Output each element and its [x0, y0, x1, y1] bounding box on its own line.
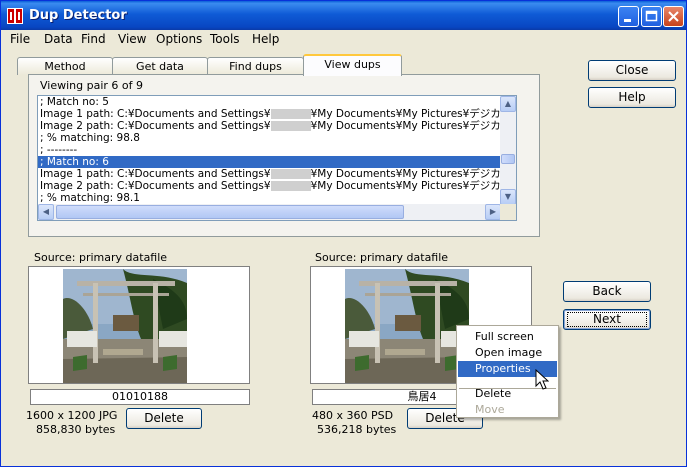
- horizontal-scroll-thumb[interactable]: [56, 205, 404, 219]
- list-item[interactable]: Image 2 path: C:¥Documents and Settings¥…: [38, 180, 501, 192]
- list-item[interactable]: ; Match no: 5: [38, 96, 501, 108]
- scroll-down-icon[interactable]: ▼: [500, 189, 516, 205]
- minimize-button[interactable]: [618, 6, 639, 27]
- tab-method[interactable]: Method: [17, 57, 113, 75]
- focus-indicator: [567, 312, 647, 327]
- close-window-button[interactable]: [663, 6, 684, 27]
- horizontal-scrollbar[interactable]: ◀ ▶: [38, 204, 501, 220]
- scroll-left-icon[interactable]: ◀: [38, 204, 54, 220]
- title-bar[interactable]: Dup Detector: [1, 1, 686, 30]
- list-item[interactable]: Image 1 path: C:¥Documents and Settings¥…: [38, 168, 501, 180]
- scroll-up-icon[interactable]: ▲: [500, 96, 516, 112]
- right-image-bytes: 536,218 bytes: [317, 423, 397, 436]
- left-image-bytes: 858,830 bytes: [36, 423, 116, 436]
- redacted-username: [270, 181, 311, 191]
- back-button[interactable]: Back: [563, 281, 651, 302]
- match-list-lines: ; Match no: 5 Image 1 path: C:¥Documents…: [38, 96, 501, 205]
- app-window: Dup Detector File Data Find View Options…: [0, 0, 687, 467]
- menu-view[interactable]: View: [118, 32, 146, 46]
- scroll-right-icon[interactable]: ▶: [485, 204, 501, 220]
- match-list[interactable]: ; Match no: 5 Image 1 path: C:¥Documents…: [37, 95, 517, 221]
- tab-find-dups[interactable]: Find dups: [207, 57, 304, 75]
- help-button[interactable]: Help: [588, 87, 676, 108]
- left-delete-button[interactable]: Delete: [126, 408, 202, 429]
- right-source-label: Source: primary datafile: [315, 251, 449, 264]
- right-image-dims: 480 x 360 PSD: [312, 409, 394, 422]
- list-item[interactable]: ; % matching: 98.8: [38, 132, 501, 144]
- mouse-cursor-icon: [535, 369, 549, 390]
- right-torii-photo: [345, 269, 469, 383]
- list-item[interactable]: ; % matching: 98.1: [38, 192, 501, 204]
- window-title: Dup Detector: [29, 8, 127, 23]
- menu-options[interactable]: Options: [156, 32, 202, 46]
- menu-bar: File Data Find View Options Tools Help: [1, 30, 686, 49]
- menu-help[interactable]: Help: [252, 32, 279, 46]
- left-image-caption: 01010188: [30, 389, 250, 405]
- minimize-icon: [624, 19, 631, 22]
- tab-view-dups[interactable]: View dups: [303, 54, 402, 76]
- vertical-scroll-thumb[interactable]: [501, 154, 515, 164]
- menu-file[interactable]: File: [10, 32, 30, 46]
- list-item[interactable]: Image 2 path: C:¥Documents and Settings¥…: [38, 120, 501, 132]
- close-icon: [668, 11, 679, 22]
- menu-data[interactable]: Data: [44, 32, 73, 46]
- menu-item-full-screen[interactable]: Full screen: [458, 329, 557, 345]
- redacted-username: [270, 109, 311, 119]
- app-icon: [7, 8, 23, 24]
- maximize-button[interactable]: [641, 6, 662, 27]
- scroll-corner: [500, 204, 516, 220]
- viewing-pair-label: Viewing pair 6 of 9: [40, 79, 144, 92]
- menu-tools[interactable]: Tools: [210, 32, 240, 46]
- list-item[interactable]: ; --------: [38, 144, 501, 156]
- close-button[interactable]: Close: [588, 60, 676, 81]
- list-item[interactable]: Image 1 path: C:¥Documents and Settings¥…: [38, 108, 501, 120]
- next-button[interactable]: Next: [563, 309, 651, 330]
- menu-item-open-image[interactable]: Open image: [458, 345, 557, 361]
- maximize-icon: [645, 10, 658, 22]
- menu-find[interactable]: Find: [81, 32, 106, 46]
- left-torii-photo: [63, 269, 187, 383]
- redacted-username: [270, 121, 311, 131]
- left-source-label: Source: primary datafile: [34, 251, 168, 264]
- left-image-dims: 1600 x 1200 JPG: [26, 409, 118, 422]
- menu-item-move: Move: [475, 403, 505, 416]
- redacted-username: [270, 169, 311, 179]
- list-item-selected[interactable]: ; Match no: 6: [38, 156, 501, 168]
- left-image-frame[interactable]: [28, 266, 250, 384]
- tab-get-data[interactable]: Get data: [112, 57, 208, 75]
- vertical-scrollbar[interactable]: ▲ ▼: [500, 96, 516, 205]
